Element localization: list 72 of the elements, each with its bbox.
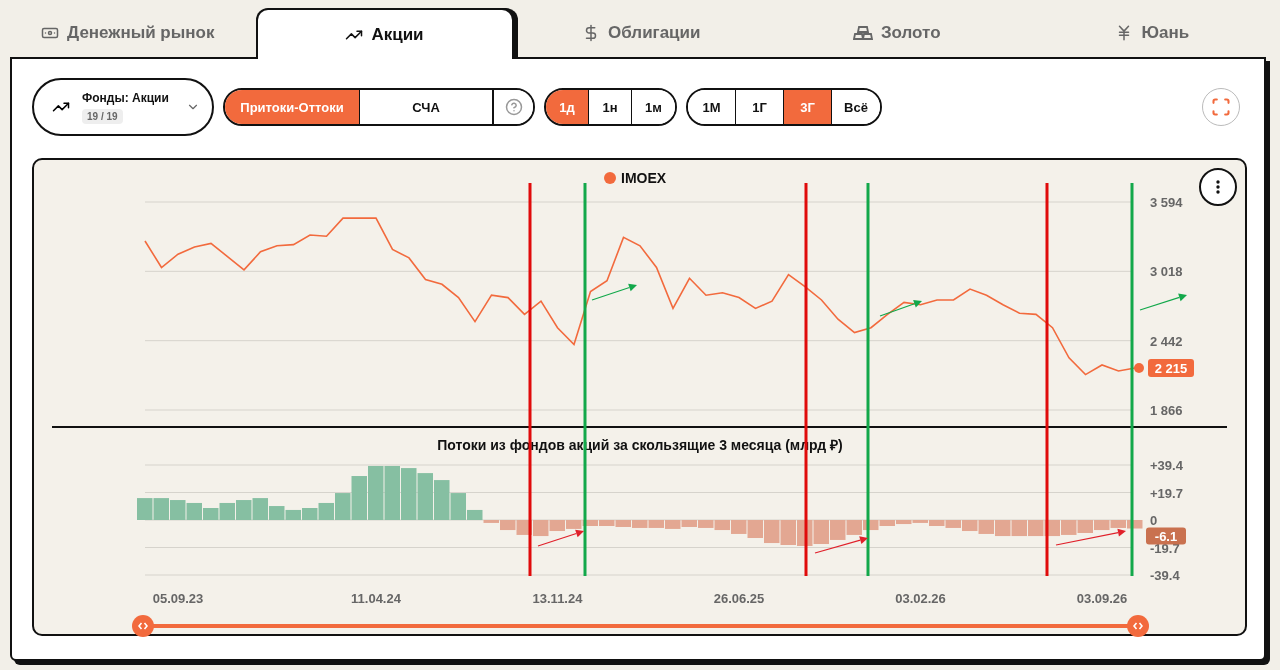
range-handle[interactable] (1127, 615, 1149, 637)
axis-label: 0 (1150, 513, 1158, 528)
flow-bar (1011, 520, 1027, 537)
axis-label: 1 866 (1150, 403, 1183, 418)
trend-arrow (879, 299, 922, 317)
legend-label: IMOEX (621, 170, 667, 186)
period-toggle[interactable]: 1М (688, 90, 736, 124)
flow-bar (401, 468, 417, 520)
flow-bar (830, 520, 846, 540)
fund-title: Фонды: Акции (82, 90, 169, 105)
axis-label: +39.4 (1150, 458, 1183, 473)
flow-bar (995, 520, 1011, 537)
axis-label: 03.09.26 (1076, 591, 1128, 606)
flow-bar (1077, 520, 1093, 533)
axis-label: 3 018 (1150, 264, 1183, 280)
flow-bar (236, 500, 252, 520)
fullscreen-icon (1211, 97, 1231, 117)
fullscreen-button[interactable] (1202, 88, 1240, 126)
trend-arrow (537, 529, 584, 547)
trend-arrow (1055, 528, 1126, 546)
flow-bar (368, 466, 384, 520)
help-button[interactable] (493, 90, 533, 124)
flow-bar (714, 520, 730, 531)
axis-label: 2 442 (1150, 333, 1183, 349)
help-icon (504, 98, 523, 116)
left-right-icon (1133, 622, 1143, 630)
more-icon (1216, 180, 1220, 194)
flow-bar (1028, 520, 1044, 537)
left-right-icon (138, 622, 148, 630)
flow-bar (780, 520, 796, 545)
flow-bar (533, 520, 549, 537)
trend-arrow (1139, 293, 1187, 311)
flow-bar (747, 520, 763, 538)
axis-label: 05.09.23 (152, 591, 204, 606)
trend-arrow (814, 536, 868, 554)
axis-label: 03.02.26 (895, 591, 946, 606)
value-badge: -6.1 (1146, 527, 1186, 545)
more-button[interactable] (1199, 168, 1237, 206)
trend-arrow (591, 283, 637, 301)
axis-label: 11.04.24 (351, 591, 401, 606)
flow-bar (846, 520, 862, 535)
value-badge: 2 215 (1148, 359, 1194, 377)
flow-bar (384, 466, 400, 520)
flow-bar (137, 498, 153, 520)
ingot-stack-icon (852, 24, 873, 41)
fund-count: 19 / 19 (82, 108, 123, 124)
axis-label: 3 594 (1150, 195, 1183, 210)
flow-bar (764, 520, 780, 544)
axis-label: -39.4 (1150, 568, 1180, 583)
flow-bar (1061, 520, 1077, 535)
tab[interactable]: Юань (1024, 8, 1280, 57)
tab[interactable]: Облигации (513, 8, 769, 57)
range-slider[interactable] (132, 614, 1149, 634)
axis-label: +19.7 (1150, 485, 1183, 501)
tab[interactable]: Денежный рынок (0, 8, 256, 57)
flow-bar (549, 520, 565, 532)
flow-bar (731, 520, 747, 534)
flow-bar (665, 520, 681, 529)
legend-item: IMOEX (604, 170, 667, 186)
fund-selector[interactable]: Фонды: Акции 19 / 19 (32, 78, 214, 136)
axis-label: 26.06.25 (713, 591, 765, 606)
flow-bar (417, 473, 433, 520)
flow-bar (170, 500, 186, 520)
range-handle[interactable] (132, 615, 154, 637)
flow-bar (153, 498, 169, 520)
flow-bar (978, 520, 994, 534)
tab[interactable]: Золото (769, 8, 1025, 57)
axis-label: 13.11.24 (532, 591, 583, 606)
flow-bar (813, 520, 829, 544)
flow-bar (1094, 520, 1110, 531)
flow-bar (285, 509, 301, 520)
current-point (1134, 363, 1144, 373)
